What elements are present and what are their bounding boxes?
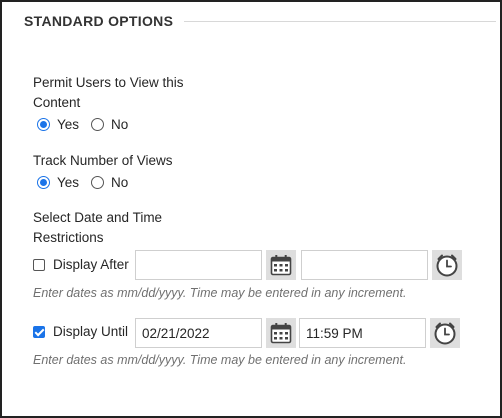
display-until-calendar-button[interactable] (266, 318, 296, 348)
date-restrictions-label-line1: Select Date and Time (33, 210, 163, 225)
track-views-yes-radio[interactable] (37, 176, 50, 189)
display-until-label[interactable]: Display Until (53, 324, 128, 339)
track-views-yes-label[interactable]: Yes (57, 175, 79, 190)
track-views-label: Track Number of Views (33, 153, 173, 168)
display-after-label[interactable]: Display After (53, 257, 129, 272)
display-until-hint: Enter dates as mm/dd/yyyy. Time may be e… (33, 353, 407, 367)
display-until-time-input[interactable] (299, 318, 426, 348)
permit-view-yes-label[interactable]: Yes (57, 117, 79, 132)
display-until-checkbox[interactable] (33, 326, 45, 338)
permit-view-label: Permit Users to View this Content (33, 73, 184, 113)
permit-view-label-line1: Permit Users to View this (33, 75, 184, 90)
track-views-options: Yes No (37, 175, 140, 190)
permit-view-options: Yes No (37, 117, 140, 132)
date-restrictions-label-line2: Restrictions (33, 230, 104, 245)
date-restrictions-label: Select Date and Time Restrictions (33, 208, 162, 248)
calendar-icon (270, 255, 292, 276)
track-views-no-label[interactable]: No (111, 175, 128, 190)
permit-view-yes-radio[interactable] (37, 118, 50, 131)
display-after-clock-button[interactable] (432, 250, 462, 280)
options-panel: STANDARD OPTIONS Permit Users to View th… (0, 0, 502, 418)
display-after-date-input[interactable] (135, 250, 262, 280)
display-until-date-input[interactable] (135, 318, 262, 348)
display-after-time-input[interactable] (301, 250, 428, 280)
track-views-no-radio[interactable] (91, 176, 105, 189)
section-title: STANDARD OPTIONS (24, 13, 174, 29)
section-divider (184, 21, 496, 22)
display-after-checkbox[interactable] (33, 259, 45, 271)
clock-icon (436, 254, 458, 277)
permit-view-label-line2: Content (33, 95, 81, 110)
display-until-clock-button[interactable] (430, 318, 460, 348)
display-after-hint: Enter dates as mm/dd/yyyy. Time may be e… (33, 286, 407, 300)
calendar-icon (270, 323, 292, 344)
display-after-calendar-button[interactable] (266, 250, 296, 280)
clock-icon (434, 322, 456, 345)
permit-view-no-label[interactable]: No (111, 117, 128, 132)
permit-view-no-radio[interactable] (91, 118, 105, 131)
